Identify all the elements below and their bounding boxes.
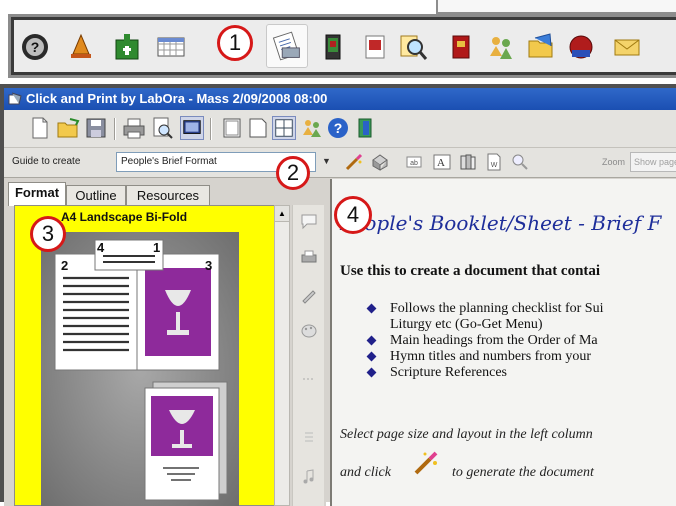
bullet-icon (366, 367, 377, 378)
list-item: Scripture References (364, 365, 603, 381)
comment-icon[interactable] (299, 211, 319, 231)
gear-box-icon[interactable] (370, 152, 390, 172)
list-item-text: Follows the planning checklist for Sui (390, 301, 604, 316)
zoom-select[interactable]: Show page (630, 152, 676, 172)
callout-1: 1 (217, 25, 253, 61)
print-icon[interactable] (122, 116, 146, 140)
callout-4: 4 (334, 196, 372, 234)
books-icon[interactable] (458, 152, 478, 172)
svg-text:W: W (491, 162, 498, 169)
callout-3: 3 (30, 216, 66, 252)
wand-icon[interactable] (344, 152, 364, 172)
toolbar-separator (210, 118, 212, 140)
format-item-title: A4 Landscape Bi-Fold (61, 210, 188, 224)
window-edge (436, 0, 676, 14)
feature-list: Follows the planning checklist for Sui L… (364, 301, 603, 381)
font-icon[interactable]: A (432, 152, 452, 172)
svg-text:?: ? (31, 39, 40, 55)
red-book-icon[interactable] (446, 32, 476, 62)
document-pane[interactable]: People's Booklet/Sheet - Brief F Use thi… (330, 179, 676, 506)
people-icon[interactable] (486, 32, 516, 62)
svg-text:ab: ab (410, 160, 418, 167)
church-calendar-icon[interactable] (112, 32, 142, 62)
book-icon[interactable] (318, 32, 348, 62)
list-item: Main headings from the Order of Ma (364, 333, 603, 349)
bell-icon[interactable] (66, 32, 96, 62)
grid-icon[interactable] (272, 116, 296, 140)
instruction-text: and click (340, 465, 391, 480)
search-icon[interactable] (398, 32, 428, 62)
open-folder-icon[interactable] (56, 116, 80, 140)
bullet-icon (366, 303, 377, 314)
document-lead: Use this to create a document that conta… (340, 263, 601, 279)
svg-text:?: ? (334, 120, 343, 136)
booklet-preview-image (41, 232, 239, 506)
guide-toolbar: Guide to create People's Brief Format ▼ … (4, 148, 676, 178)
open-folder-icon[interactable] (526, 32, 556, 62)
tool-strip (292, 205, 324, 506)
print-document-icon[interactable] (266, 24, 308, 68)
page-icon[interactable] (220, 116, 244, 140)
document-icon[interactable] (360, 32, 390, 62)
list-item: Liturgy etc (Go-Get Menu) (364, 317, 603, 333)
text-field-icon[interactable]: ab (404, 152, 424, 172)
envelope-icon[interactable] (612, 32, 642, 62)
tab-resources[interactable]: Resources (126, 185, 210, 205)
launcher-toolbar: ? (8, 14, 676, 78)
people-icon[interactable] (300, 116, 324, 140)
bullet-icon (366, 335, 377, 346)
help-icon[interactable]: ? (20, 32, 50, 62)
svg-text:A: A (437, 157, 445, 169)
format-list-scrollbar[interactable]: ▲ (274, 205, 290, 506)
help-icon[interactable]: ? (326, 116, 350, 140)
preview-page-number: 2 (61, 258, 69, 273)
calendar-grid-icon[interactable] (156, 32, 186, 62)
instruction-text: Select page size and layout in the left … (340, 427, 593, 442)
list-item-text: Scripture References (390, 365, 507, 380)
document-title: People's Booklet/Sheet - Brief F (340, 211, 662, 235)
window-title: Click and Print by LabOra - Mass 2/09/20… (26, 91, 328, 106)
instruction-text: to generate the document (452, 465, 594, 480)
print-icon[interactable] (299, 247, 319, 267)
list-item: Hymn titles and numbers from your (364, 349, 603, 365)
save-icon[interactable] (84, 116, 108, 140)
zoom-icon[interactable] (510, 152, 530, 172)
music-note-icon[interactable] (299, 467, 319, 487)
main-toolbar: ? (4, 110, 676, 148)
preview-page-number: 3 (205, 258, 213, 273)
bullet-icon (366, 351, 377, 362)
new-document-icon[interactable] (28, 116, 52, 140)
tab-format[interactable]: Format (8, 182, 66, 206)
list-item-text: Main headings from the Order of Ma (390, 333, 598, 348)
app-icon (8, 92, 22, 105)
scroll-up-icon[interactable]: ▲ (275, 206, 289, 222)
tab-outline[interactable]: Outline (66, 185, 126, 205)
screen-icon[interactable] (180, 116, 204, 140)
guide-label: Guide to create (12, 156, 81, 167)
list-item: Follows the planning checklist for Sui (364, 301, 603, 317)
line-icon[interactable] (299, 369, 319, 389)
word-document-icon[interactable]: W (484, 152, 504, 172)
callout-2: 2 (276, 156, 310, 190)
print-preview-icon[interactable] (150, 116, 174, 140)
page-alt-icon[interactable] (246, 116, 270, 140)
list-icon[interactable] (299, 427, 319, 447)
wand-icon (414, 451, 438, 475)
chevron-down-icon[interactable]: ▼ (322, 156, 331, 166)
zoom-label: Zoom (602, 157, 626, 167)
app-window: Click and Print by LabOra - Mass 2/09/20… (0, 84, 676, 506)
title-bar: Click and Print by LabOra - Mass 2/09/20… (4, 88, 676, 110)
preview-page-number: 1 (153, 240, 161, 255)
globe-icon[interactable] (566, 32, 596, 62)
toolbar-separator (114, 118, 116, 140)
preview-page-number: 4 (97, 240, 105, 255)
exit-icon[interactable] (354, 116, 378, 140)
pencil-icon[interactable] (299, 285, 319, 305)
list-item-text: Liturgy etc (Go-Get Menu) (390, 317, 543, 332)
palette-icon[interactable] (299, 321, 319, 341)
list-item-text: Hymn titles and numbers from your (390, 349, 592, 364)
